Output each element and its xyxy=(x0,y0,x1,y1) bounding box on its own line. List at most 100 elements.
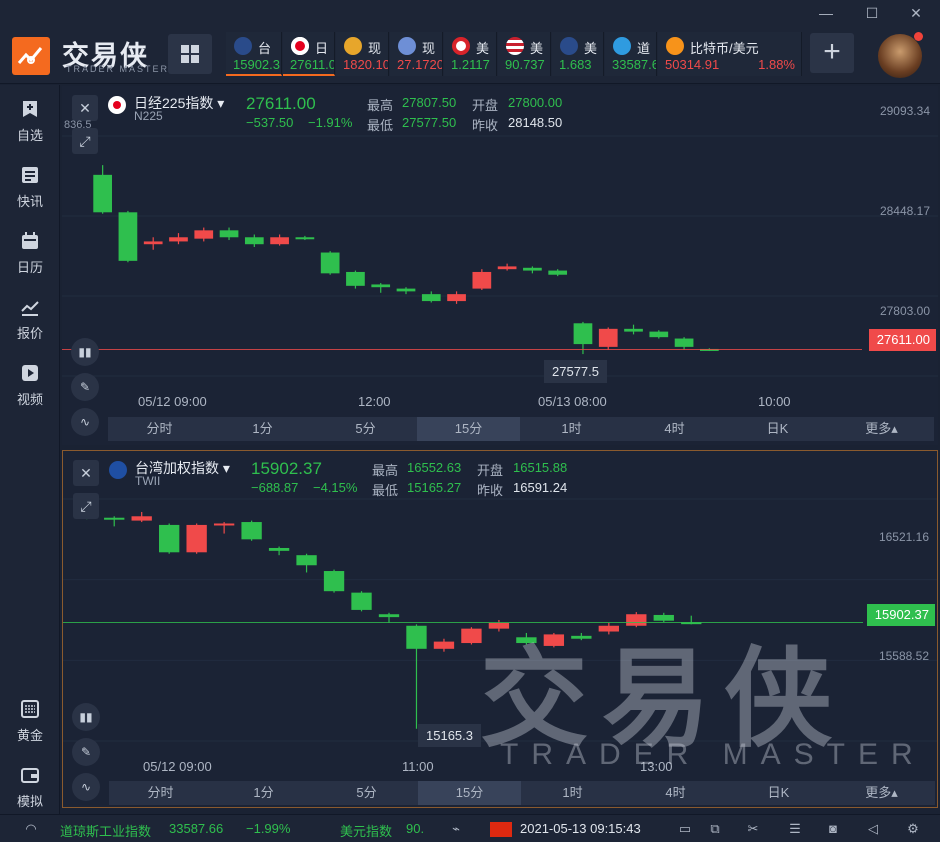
tab-timeframe[interactable]: 4时 xyxy=(624,781,727,805)
ticker-gold[interactable]: 现 1820.10 xyxy=(336,32,389,76)
ticker-bitcoin[interactable]: 比特币/美元 50314.91 1.88% xyxy=(658,32,802,76)
candlestick-chart-nikkei[interactable] xyxy=(62,86,938,445)
bitcoin-icon xyxy=(666,37,684,55)
status-ticker-name[interactable]: 美元指数 xyxy=(340,821,392,840)
gold-icon xyxy=(344,37,362,55)
high-value: 27807.50 xyxy=(402,95,457,110)
draw-pen-icon[interactable]: ✎ xyxy=(72,738,100,766)
status-datetime: 2021-05-13 09:15:43 xyxy=(520,821,641,836)
camera-icon[interactable]: ◙ xyxy=(824,821,842,837)
wallet-icon xyxy=(21,768,39,783)
tab-timeframe[interactable]: 1分 xyxy=(211,417,314,441)
timeframe-bar: 分时 1分 5分 15分 1时 4时 日K 更多▴ xyxy=(109,781,935,805)
chart-panel-nikkei[interactable]: ✕ ⤢ ▮▮ ✎ ∿ 日经225指数 ▾ N225 27611.00 −537.… xyxy=(62,86,938,445)
sidebar-item-calendar[interactable]: 日历 xyxy=(0,223,60,281)
sidebar-item-news[interactable]: 快讯 xyxy=(0,157,60,215)
price-change-pct: −1.91% xyxy=(308,115,353,130)
ticker-usd-index[interactable]: 美 90.737 xyxy=(498,32,551,76)
tab-timeframe[interactable]: 1时 xyxy=(520,417,623,441)
tab-timeframe[interactable]: 日K xyxy=(727,781,830,805)
current-price: 27611.00 xyxy=(246,94,316,113)
expand-icon[interactable]: ⤢ xyxy=(72,128,98,154)
notification-dot xyxy=(914,32,923,41)
tab-timeframe-active[interactable]: 15分 xyxy=(417,417,520,441)
price-change-pct: −4.15% xyxy=(313,480,358,495)
candle-body xyxy=(213,523,235,526)
tab-timeframe[interactable]: 分时 xyxy=(109,781,212,805)
close-window-button[interactable]: ✕ xyxy=(906,4,926,22)
sidebar-item-label: 自选 xyxy=(16,128,43,143)
close-panel-button[interactable]: ✕ xyxy=(73,460,99,486)
candle-body xyxy=(371,284,391,288)
layout-grid-button[interactable] xyxy=(168,34,212,74)
candle-body xyxy=(598,328,618,347)
maximize-button[interactable]: ☐ xyxy=(862,4,882,22)
draw-pen-icon[interactable]: ✎ xyxy=(71,373,99,401)
ticker-nikkei[interactable]: 日 27611.0 xyxy=(283,32,335,76)
candle-body xyxy=(497,266,517,270)
instrument-symbol: TWII xyxy=(135,474,161,488)
settings-icon[interactable]: ⚙ xyxy=(904,821,922,837)
sidebar-item-simulate[interactable]: 模拟 xyxy=(0,757,60,815)
ticker-usdcad[interactable]: 美 1.2117 xyxy=(444,32,497,76)
indicator-icon[interactable]: ▮▮ xyxy=(71,338,99,366)
candle-body xyxy=(548,270,568,275)
close-panel-button[interactable]: ✕ xyxy=(72,95,98,121)
tab-timeframe-active[interactable]: 15分 xyxy=(418,781,521,805)
indicator-icon[interactable]: ▮▮ xyxy=(72,703,100,731)
sidebar-item-quotes[interactable]: 报价 xyxy=(0,289,60,347)
minimize-button[interactable]: — xyxy=(816,4,836,22)
x-tick: 10:00 xyxy=(758,394,791,409)
abacus-icon xyxy=(21,700,39,718)
candle-body xyxy=(219,230,239,238)
watermark-tagline: TRADER MASTER xyxy=(500,738,926,771)
chat-icon[interactable]: ▭ xyxy=(676,821,694,837)
calendar-icon xyxy=(22,232,38,249)
ticker-name: 美 xyxy=(476,41,490,56)
brand-tagline: TRADER MASTER xyxy=(66,64,170,74)
satellite-icon[interactable]: ⌁ xyxy=(447,821,465,837)
tab-timeframe[interactable]: 分时 xyxy=(108,417,211,441)
headset-icon[interactable]: ◠ xyxy=(22,821,40,837)
sidebar-item-gold[interactable]: 黄金 xyxy=(0,691,60,749)
sidebar-item-label: 黄金 xyxy=(16,728,43,743)
pulse-icon[interactable]: ∿ xyxy=(71,408,99,436)
ticker-price: 1.2117 xyxy=(451,57,490,72)
menu-icon[interactable]: ☰ xyxy=(786,821,804,837)
japan-flag-dot xyxy=(295,41,305,51)
x-tick: 05/12 09:00 xyxy=(143,759,212,774)
avatar[interactable] xyxy=(878,34,922,78)
candle-body xyxy=(378,614,400,618)
sidebar-item-label: 模拟 xyxy=(16,794,43,809)
sidebar-item-video[interactable]: 视频 xyxy=(0,355,60,413)
tools-icon[interactable]: ✂ xyxy=(744,821,762,837)
candle-body xyxy=(143,241,163,245)
tab-timeframe[interactable]: 4时 xyxy=(623,417,726,441)
expand-icon[interactable]: ⤢ xyxy=(73,493,99,519)
tab-timeframe[interactable]: 1分 xyxy=(212,781,315,805)
tab-timeframe[interactable]: 日K xyxy=(726,417,829,441)
taiwan-icon xyxy=(109,461,127,479)
add-ticker-button[interactable]: + xyxy=(810,33,854,73)
sidebar-item-watchlist[interactable]: 自选 xyxy=(0,91,60,149)
tab-more[interactable]: 更多▴ xyxy=(830,781,933,805)
ticker-dow[interactable]: 道 33587.6 xyxy=(605,32,657,76)
ticker-us-bond[interactable]: 美 1.683 xyxy=(552,32,604,76)
candle-body xyxy=(320,252,340,274)
tab-timeframe[interactable]: 5分 xyxy=(315,781,418,805)
brand-logo-icon xyxy=(12,37,50,75)
ticker-taiwan[interactable]: 台 15902.3 xyxy=(226,32,282,76)
dow-icon xyxy=(613,37,631,55)
candle-body xyxy=(472,271,492,289)
status-ticker-name[interactable]: 道琼斯工业指数 xyxy=(60,821,151,840)
open-label: 开盘 xyxy=(477,463,504,478)
candle-body xyxy=(295,237,315,240)
tab-timeframe[interactable]: 1时 xyxy=(521,781,624,805)
mute-icon[interactable]: ◁ xyxy=(864,821,882,837)
tab-more[interactable]: 更多▴ xyxy=(829,417,934,441)
windows-icon[interactable]: ⧉ xyxy=(706,821,724,837)
pulse-icon[interactable]: ∿ xyxy=(72,773,100,801)
sidebar: 自选 快讯 日历 报价 视频 黄金 模拟 xyxy=(0,85,60,814)
ticker-silver[interactable]: 现 27.1720 xyxy=(390,32,443,76)
tab-timeframe[interactable]: 5分 xyxy=(314,417,417,441)
